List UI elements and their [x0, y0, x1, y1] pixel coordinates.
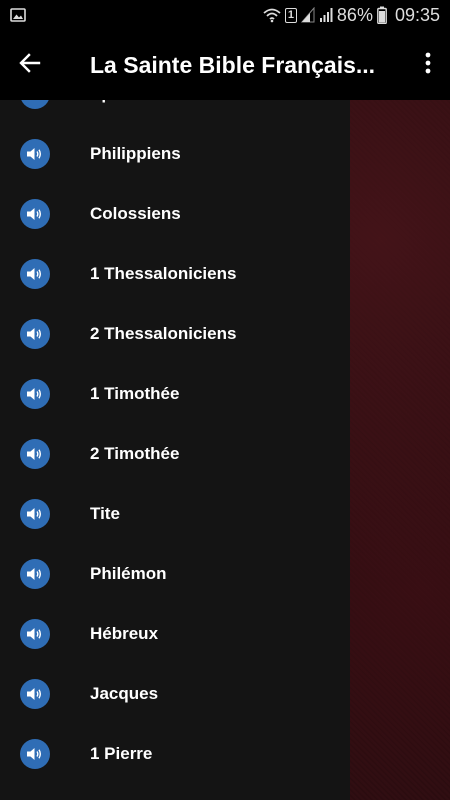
book-label: 1 Thessaloniciens: [90, 264, 237, 283]
list-item[interactable]: Jacques: [0, 664, 350, 724]
speaker-icon[interactable]: [20, 319, 50, 349]
speaker-icon[interactable]: [20, 379, 50, 409]
clock: 09:35: [394, 4, 440, 25]
book-label: Jacques: [90, 684, 159, 703]
book-label: Tite: [90, 504, 120, 523]
speaker-icon[interactable]: [20, 619, 50, 649]
book-label: Hébreux: [90, 624, 159, 643]
list-item[interactable]: 1 Timothée: [0, 364, 350, 424]
back-button[interactable]: [0, 30, 60, 100]
arrow-left-icon: [19, 52, 41, 79]
list-item[interactable]: Philippiens: [0, 124, 350, 184]
list-item[interactable]: Ephésiens: [0, 100, 350, 124]
book-label: 1 Timothée: [90, 384, 180, 403]
content-area: Ephésiens Philippiens Colossiens: [0, 100, 450, 800]
speaker-icon[interactable]: [20, 139, 50, 169]
battery-icon: [377, 6, 387, 24]
gallery-notification-icon: [10, 7, 26, 23]
speaker-icon[interactable]: [20, 679, 50, 709]
backdrop-scrim[interactable]: [350, 100, 450, 800]
book-label: Philémon: [90, 564, 167, 583]
signal-icon-2: [319, 7, 333, 23]
speaker-icon[interactable]: [20, 559, 50, 589]
book-list-drawer: Ephésiens Philippiens Colossiens: [0, 100, 350, 800]
book-list: Ephésiens Philippiens Colossiens: [0, 100, 350, 784]
list-item[interactable]: Tite: [0, 484, 350, 544]
speaker-icon[interactable]: [20, 259, 50, 289]
book-label: Ephésiens: [90, 100, 175, 104]
wifi-icon: [263, 7, 281, 23]
list-item[interactable]: Colossiens: [0, 184, 350, 244]
list-item[interactable]: Hébreux: [0, 604, 350, 664]
book-label: Colossiens: [90, 204, 181, 223]
page-title: La Sainte Bible Français...: [90, 51, 376, 78]
signal-icon-1: [300, 7, 315, 23]
more-vertical-icon: [425, 52, 431, 79]
speaker-icon[interactable]: [20, 739, 50, 769]
book-label: Philippiens: [90, 144, 181, 163]
speaker-icon[interactable]: [20, 439, 50, 469]
status-bar: 1 86% 09:35: [0, 0, 450, 30]
book-label: 2 Timothée: [90, 444, 180, 463]
overflow-menu-button[interactable]: [406, 30, 450, 100]
sim-slot-badge: 1: [284, 7, 297, 23]
list-item[interactable]: 1 Thessaloniciens: [0, 244, 350, 304]
list-item[interactable]: 2 Timothée: [0, 424, 350, 484]
list-item[interactable]: Philémon: [0, 544, 350, 604]
book-label: 2 Thessaloniciens: [90, 324, 237, 343]
app-bar: La Sainte Bible Français...: [0, 30, 450, 100]
speaker-icon[interactable]: [20, 100, 50, 109]
speaker-icon[interactable]: [20, 499, 50, 529]
list-item[interactable]: 1 Pierre: [0, 724, 350, 784]
list-item[interactable]: 2 Thessaloniciens: [0, 304, 350, 364]
battery-percent: 86%: [336, 4, 373, 25]
speaker-icon[interactable]: [20, 199, 50, 229]
book-label: 1 Pierre: [90, 744, 153, 763]
